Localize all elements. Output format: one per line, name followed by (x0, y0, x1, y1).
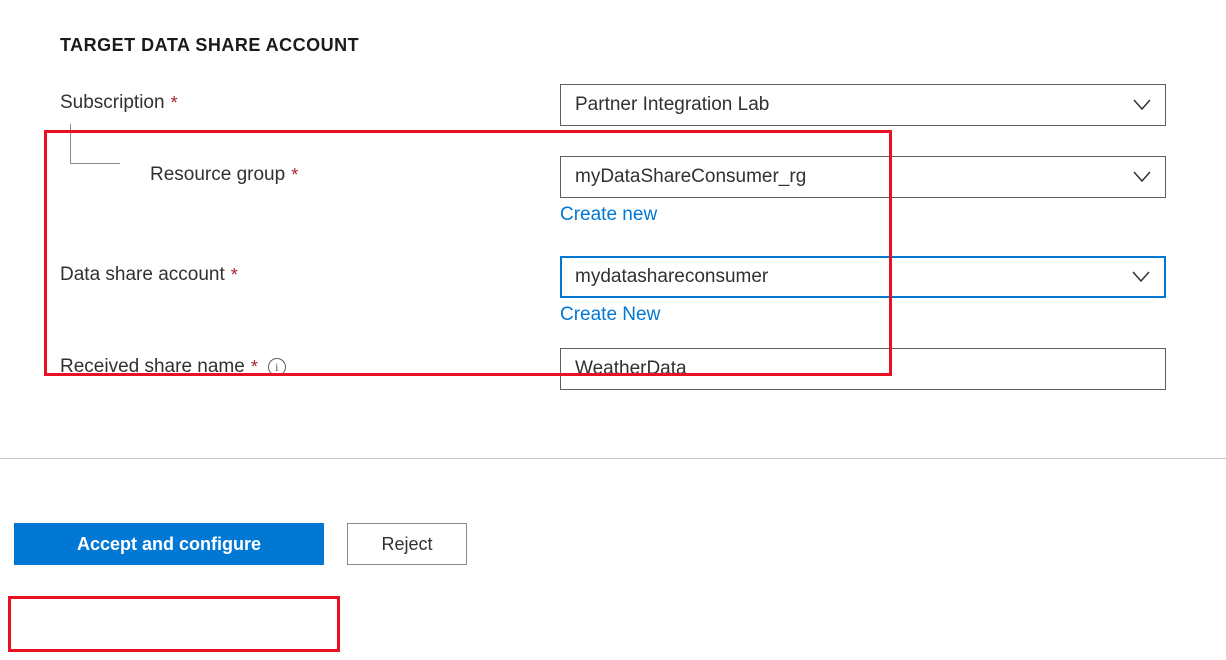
resource-group-label: Resource group (150, 164, 285, 186)
required-asterisk: * (251, 357, 258, 378)
received-share-name-value: WeatherData (575, 358, 687, 380)
received-share-name-input[interactable]: WeatherData (560, 348, 1166, 390)
data-share-account-select[interactable]: mydatashareconsumer (560, 256, 1166, 298)
tree-connector-icon (70, 124, 120, 164)
received-share-name-label: Received share name (60, 356, 245, 378)
required-asterisk: * (231, 265, 238, 286)
chevron-down-icon (1132, 271, 1150, 283)
section-title: TARGET DATA SHARE ACCOUNT (60, 35, 1166, 56)
accept-configure-button[interactable]: Accept and configure (14, 523, 324, 565)
chevron-down-icon (1133, 171, 1151, 183)
data-share-account-create-link[interactable]: Create New (560, 304, 660, 326)
data-share-account-value: mydatashareconsumer (575, 266, 768, 288)
reject-button[interactable]: Reject (347, 523, 467, 565)
resource-group-row: Resource group * myDataShareConsumer_rg … (60, 156, 1166, 226)
subscription-select[interactable]: Partner Integration Lab (560, 84, 1166, 126)
data-share-account-row: Data share account * mydatashareconsumer… (60, 256, 1166, 326)
chevron-down-icon (1133, 99, 1151, 111)
resource-group-select[interactable]: myDataShareConsumer_rg (560, 156, 1166, 198)
subscription-row: Subscription * Partner Integration Lab (60, 84, 1166, 126)
required-asterisk: * (291, 165, 298, 186)
subscription-value: Partner Integration Lab (575, 94, 769, 116)
highlight-annotation (8, 596, 340, 652)
required-asterisk: * (171, 93, 178, 114)
subscription-label: Subscription (60, 92, 165, 114)
resource-group-create-link[interactable]: Create new (560, 204, 657, 226)
info-icon[interactable]: i (268, 358, 286, 376)
resource-group-value: myDataShareConsumer_rg (575, 166, 806, 188)
data-share-account-label: Data share account (60, 264, 225, 286)
received-share-name-row: Received share name * i WeatherData (60, 348, 1166, 390)
